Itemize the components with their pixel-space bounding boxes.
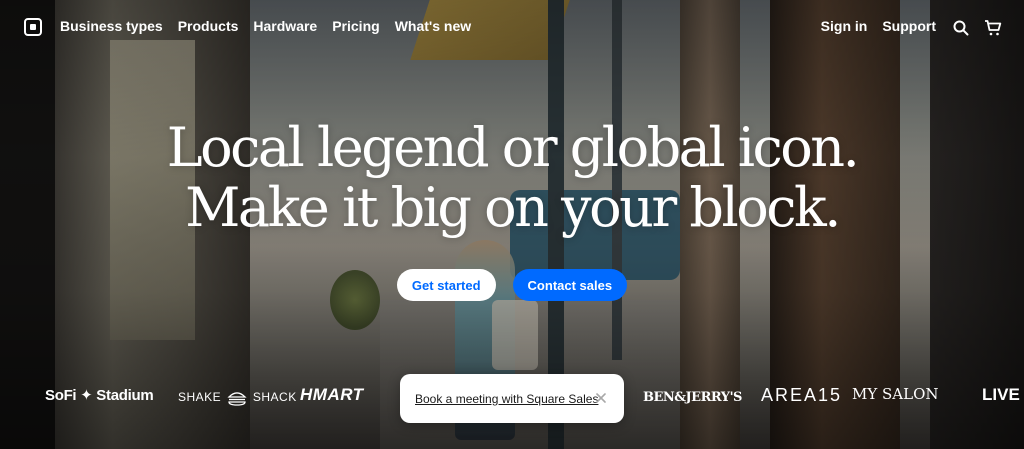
book-meeting-link[interactable]: Book a meeting with Square Sales (415, 392, 598, 406)
nav-hardware[interactable]: Hardware (253, 18, 317, 34)
burger-icon (227, 392, 247, 406)
nav-support[interactable]: Support (882, 18, 936, 34)
nav-primary-links: Business types Products Hardware Pricing… (60, 18, 471, 34)
brand-logo-shake-shack: SHAKE SHACK (178, 390, 297, 406)
brand-logo-ben-jerrys: BEN&JERRY'S (643, 390, 742, 405)
nav-products[interactable]: Products (178, 18, 239, 34)
nav-business-types[interactable]: Business types (60, 18, 163, 34)
nav-pricing[interactable]: Pricing (332, 18, 379, 34)
headline-line-1: Local legend or global icon. (166, 116, 860, 179)
shack-text: SHACK (252, 390, 297, 405)
hero-section: Business types Products Hardware Pricing… (0, 0, 1024, 449)
top-navigation: Business types Products Hardware Pricing… (0, 0, 1024, 56)
shake-text: SHAKE (178, 390, 222, 405)
book-meeting-popup: Book a meeting with Square Sales (400, 374, 624, 423)
brand-logo-hmart: HMART (300, 385, 364, 404)
cart-icon[interactable] (984, 19, 1002, 37)
nav-whats-new[interactable]: What's new (395, 18, 471, 34)
hero-cta-group: Get started Contact sales (0, 269, 1024, 301)
nav-secondary-links: Sign in Support (821, 18, 936, 34)
nav-sign-in[interactable]: Sign in (821, 18, 868, 34)
get-started-button[interactable]: Get started (396, 269, 496, 301)
brand-logo-area15: AREA15 (761, 385, 843, 405)
close-icon[interactable] (594, 391, 608, 405)
search-icon[interactable] (952, 19, 970, 37)
hero-headline: Local legend or global icon. Make it big… (0, 118, 1024, 238)
headline-line-2: Make it big on your block. (185, 176, 841, 239)
brand-logo-live-by-t: LIVE BY T (982, 385, 1024, 404)
brand-logo-my-salon: MY SALON (852, 385, 939, 403)
brand-logo-sofi-stadium: SoFi ✦ Stadium (45, 387, 154, 404)
square-logo-icon[interactable] (24, 18, 42, 36)
contact-sales-button[interactable]: Contact sales (512, 269, 628, 301)
